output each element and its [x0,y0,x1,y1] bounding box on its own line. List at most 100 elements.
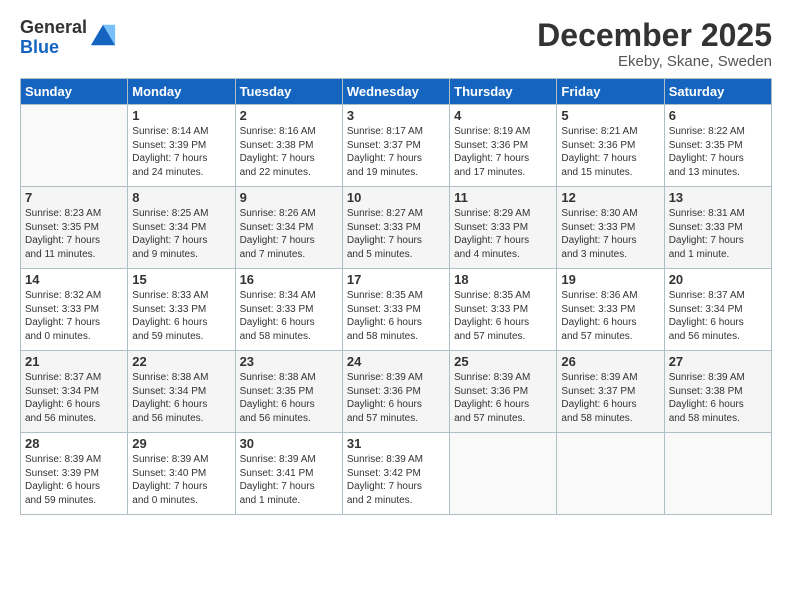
day-number: 17 [347,272,445,287]
calendar-week-1: 1 Sunrise: 8:14 AM Sunset: 3:39 PM Daylig… [21,105,772,187]
calendar-cell [450,433,557,515]
day-number: 27 [669,354,767,369]
cell-info: Sunrise: 8:38 AM Sunset: 3:34 PM Dayligh… [132,371,230,425]
calendar-cell: 26 Sunrise: 8:39 AM Sunset: 3:37 PM Dayli… [557,351,664,433]
calendar-week-3: 14Sunrise: 8:32 AM Sunset: 3:33 PM Dayli… [21,269,772,351]
day-number: 8 [132,190,230,205]
calendar-cell: 9 Sunrise: 8:26 AM Sunset: 3:34 PM Daylig… [235,187,342,269]
page: General Blue December 2025 Ekeby, Skane,… [0,0,792,612]
cell-info: Sunrise: 8:39 AM Sunset: 3:38 PM Dayligh… [669,371,767,425]
calendar-week-2: 7Sunrise: 8:23 AM Sunset: 3:35 PM Daylig… [21,187,772,269]
title-block: December 2025 Ekeby, Skane, Sweden [537,18,772,70]
cell-info: Sunrise: 8:19 AM Sunset: 3:36 PM Dayligh… [454,125,552,179]
day-number: 7 [25,190,123,205]
calendar-cell: 4 Sunrise: 8:19 AM Sunset: 3:36 PM Daylig… [450,105,557,187]
cell-info: Sunrise: 8:37 AM Sunset: 3:34 PM Dayligh… [669,289,767,343]
calendar-cell: 8 Sunrise: 8:25 AM Sunset: 3:34 PM Daylig… [128,187,235,269]
calendar-cell: 18 Sunrise: 8:35 AM Sunset: 3:33 PM Dayli… [450,269,557,351]
cell-info: Sunrise: 8:26 AM Sunset: 3:34 PM Dayligh… [240,207,338,261]
calendar-cell: 12 Sunrise: 8:30 AM Sunset: 3:33 PM Dayli… [557,187,664,269]
calendar-cell: 14Sunrise: 8:32 AM Sunset: 3:33 PM Dayli… [21,269,128,351]
cell-info: Sunrise: 8:39 AM Sunset: 3:41 PM Dayligh… [240,453,338,507]
day-number: 29 [132,436,230,451]
day-number: 23 [240,354,338,369]
cell-info: Sunrise: 8:35 AM Sunset: 3:33 PM Dayligh… [347,289,445,343]
cell-info: Sunrise: 8:37 AM Sunset: 3:34 PM Dayligh… [25,371,123,425]
day-number: 5 [561,108,659,123]
calendar-cell: 22 Sunrise: 8:38 AM Sunset: 3:34 PM Dayli… [128,351,235,433]
day-number: 18 [454,272,552,287]
calendar-table: SundayMondayTuesdayWednesdayThursdayFrid… [20,78,772,515]
day-number: 16 [240,272,338,287]
calendar-cell: 28Sunrise: 8:39 AM Sunset: 3:39 PM Dayli… [21,433,128,515]
day-number: 11 [454,190,552,205]
calendar-cell: 10 Sunrise: 8:27 AM Sunset: 3:33 PM Dayli… [342,187,449,269]
cell-info: Sunrise: 8:16 AM Sunset: 3:38 PM Dayligh… [240,125,338,179]
day-number: 10 [347,190,445,205]
location-title: Ekeby, Skane, Sweden [537,53,772,70]
cell-info: Sunrise: 8:39 AM Sunset: 3:40 PM Dayligh… [132,453,230,507]
day-number: 25 [454,354,552,369]
cell-info: Sunrise: 8:38 AM Sunset: 3:35 PM Dayligh… [240,371,338,425]
calendar-cell: 3 Sunrise: 8:17 AM Sunset: 3:37 PM Daylig… [342,105,449,187]
cell-info: Sunrise: 8:39 AM Sunset: 3:39 PM Dayligh… [25,453,123,507]
calendar-cell [664,433,771,515]
col-header-sunday: Sunday [21,79,128,105]
cell-info: Sunrise: 8:39 AM Sunset: 3:36 PM Dayligh… [454,371,552,425]
calendar-cell: 1 Sunrise: 8:14 AM Sunset: 3:39 PM Daylig… [128,105,235,187]
calendar-cell: 31Sunrise: 8:39 AM Sunset: 3:42 PM Dayli… [342,433,449,515]
cell-info: Sunrise: 8:14 AM Sunset: 3:39 PM Dayligh… [132,125,230,179]
day-number: 3 [347,108,445,123]
header-row: SundayMondayTuesdayWednesdayThursdayFrid… [21,79,772,105]
day-number: 26 [561,354,659,369]
day-number: 4 [454,108,552,123]
logo: General Blue [20,18,117,58]
calendar-cell [557,433,664,515]
calendar-cell: 15Sunrise: 8:33 AM Sunset: 3:33 PM Dayli… [128,269,235,351]
header: General Blue December 2025 Ekeby, Skane,… [20,18,772,70]
cell-info: Sunrise: 8:39 AM Sunset: 3:37 PM Dayligh… [561,371,659,425]
day-number: 30 [240,436,338,451]
logo-blue-text: Blue [20,38,87,58]
cell-info: Sunrise: 8:21 AM Sunset: 3:36 PM Dayligh… [561,125,659,179]
cell-info: Sunrise: 8:30 AM Sunset: 3:33 PM Dayligh… [561,207,659,261]
calendar-cell: 21 Sunrise: 8:37 AM Sunset: 3:34 PM Dayli… [21,351,128,433]
day-number: 20 [669,272,767,287]
day-number: 6 [669,108,767,123]
calendar-cell: 2 Sunrise: 8:16 AM Sunset: 3:38 PM Daylig… [235,105,342,187]
calendar-cell: 19Sunrise: 8:36 AM Sunset: 3:33 PM Dayli… [557,269,664,351]
day-number: 21 [25,354,123,369]
calendar-cell: 27 Sunrise: 8:39 AM Sunset: 3:38 PM Dayli… [664,351,771,433]
calendar-week-5: 28Sunrise: 8:39 AM Sunset: 3:39 PM Dayli… [21,433,772,515]
day-number: 1 [132,108,230,123]
cell-info: Sunrise: 8:32 AM Sunset: 3:33 PM Dayligh… [25,289,123,343]
cell-info: Sunrise: 8:31 AM Sunset: 3:33 PM Dayligh… [669,207,767,261]
day-number: 2 [240,108,338,123]
calendar-cell: 23 Sunrise: 8:38 AM Sunset: 3:35 PM Dayli… [235,351,342,433]
cell-info: Sunrise: 8:34 AM Sunset: 3:33 PM Dayligh… [240,289,338,343]
day-number: 19 [561,272,659,287]
cell-info: Sunrise: 8:25 AM Sunset: 3:34 PM Dayligh… [132,207,230,261]
day-number: 31 [347,436,445,451]
calendar-cell: 24Sunrise: 8:39 AM Sunset: 3:36 PM Dayli… [342,351,449,433]
cell-info: Sunrise: 8:17 AM Sunset: 3:37 PM Dayligh… [347,125,445,179]
calendar-cell: 13 Sunrise: 8:31 AM Sunset: 3:33 PM Dayli… [664,187,771,269]
cell-info: Sunrise: 8:35 AM Sunset: 3:33 PM Dayligh… [454,289,552,343]
col-header-wednesday: Wednesday [342,79,449,105]
day-number: 12 [561,190,659,205]
col-header-monday: Monday [128,79,235,105]
calendar-cell: 11 Sunrise: 8:29 AM Sunset: 3:33 PM Dayli… [450,187,557,269]
day-number: 13 [669,190,767,205]
cell-info: Sunrise: 8:27 AM Sunset: 3:33 PM Dayligh… [347,207,445,261]
calendar-week-4: 21 Sunrise: 8:37 AM Sunset: 3:34 PM Dayli… [21,351,772,433]
cell-info: Sunrise: 8:33 AM Sunset: 3:33 PM Dayligh… [132,289,230,343]
calendar-cell: 29 Sunrise: 8:39 AM Sunset: 3:40 PM Dayli… [128,433,235,515]
month-title: December 2025 [537,18,772,53]
day-number: 9 [240,190,338,205]
cell-info: Sunrise: 8:29 AM Sunset: 3:33 PM Dayligh… [454,207,552,261]
calendar-cell: 5 Sunrise: 8:21 AM Sunset: 3:36 PM Daylig… [557,105,664,187]
day-number: 22 [132,354,230,369]
calendar-cell: 17 Sunrise: 8:35 AM Sunset: 3:33 PM Dayli… [342,269,449,351]
logo-general-text: General [20,18,87,38]
calendar-cell: 7Sunrise: 8:23 AM Sunset: 3:35 PM Daylig… [21,187,128,269]
